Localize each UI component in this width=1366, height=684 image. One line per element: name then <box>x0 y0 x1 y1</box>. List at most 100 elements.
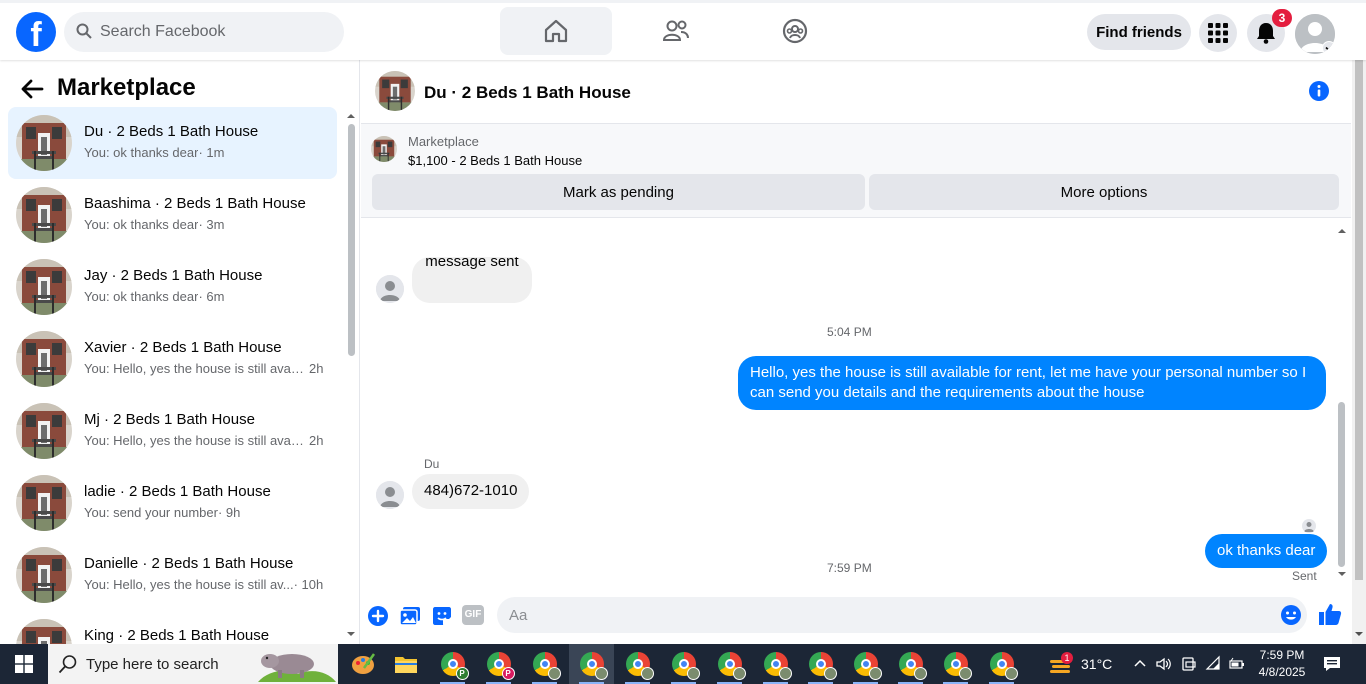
scroll-up-arrow-icon[interactable] <box>1338 227 1346 235</box>
scroll-up-arrow-icon[interactable] <box>347 112 355 120</box>
notification-count-badge: 3 <box>1272 9 1292 27</box>
home-tab[interactable] <box>500 7 612 55</box>
message-bubble-incoming[interactable]: 484)672-1010 <box>412 474 530 509</box>
chrome-icon <box>943 652 972 680</box>
taskbar-app-chrome[interactable]: P <box>476 644 521 684</box>
taskbar-app-chrome[interactable] <box>933 644 978 684</box>
message-bubble-incoming[interactable]: message sent <box>412 257 532 303</box>
temperature: 31°C <box>1081 656 1113 672</box>
start-button[interactable] <box>0 644 48 684</box>
contact-avatar[interactable] <box>376 481 404 509</box>
find-friends-button[interactable]: Find friends <box>1087 14 1191 50</box>
chat-pane: Du · 2 Beds 1 Bath House Marketplace $1,… <box>361 60 1351 644</box>
message-bubble-outgoing[interactable]: Hello, yes the house is still available … <box>738 356 1326 410</box>
info-icon[interactable] <box>1308 80 1330 102</box>
search-input[interactable] <box>100 12 330 52</box>
conversation-preview: You: Hello, yes the house is still av...… <box>84 577 324 592</box>
conversation-item[interactable]: Danielle · 2 Beds 1 Bath House You: Hell… <box>8 539 337 611</box>
gif-icon[interactable]: GIF <box>462 605 484 625</box>
house-thumbnail <box>16 331 72 387</box>
house-thumbnail[interactable] <box>375 71 415 111</box>
system-clock[interactable]: 7:59 PM 4/8/2025 <box>1252 647 1312 681</box>
emoji-icon[interactable] <box>1279 603 1303 627</box>
message-input[interactable] <box>509 597 1269 633</box>
hippo-search-highlight-icon <box>258 654 336 682</box>
chat-scrollbar[interactable] <box>1337 227 1347 642</box>
conversation-item[interactable]: Xavier · 2 Beds 1 Bath House You: Hello,… <box>8 323 337 395</box>
taskbar-search[interactable] <box>48 644 338 684</box>
volume-icon[interactable] <box>1155 655 1173 673</box>
conversation-item[interactable]: Du · 2 Beds 1 Bath House You: ok thanks … <box>8 107 337 179</box>
conversation-item[interactable]: Mj · 2 Beds 1 Bath House You: Hello, yes… <box>8 395 337 467</box>
house-thumbnail <box>16 403 72 459</box>
friends-tab[interactable] <box>620 7 732 55</box>
sticker-icon[interactable] <box>430 604 454 628</box>
search-bar[interactable] <box>64 12 344 52</box>
action-center-icon[interactable] <box>1322 654 1342 674</box>
listing-price-title[interactable]: $1,100 - 2 Beds 1 Bath House <box>408 153 582 168</box>
chat-title[interactable]: Du · 2 Beds 1 Bath House <box>424 83 631 103</box>
weather-widget[interactable]: 1 31°C <box>1044 644 1120 684</box>
menu-button[interactable] <box>1199 14 1237 52</box>
house-thumbnail <box>16 259 72 315</box>
conversation-item[interactable]: King · 2 Beds 1 Bath House <box>8 611 337 644</box>
taskbar-app-chrome[interactable]: P <box>430 644 475 684</box>
conversation-list: Du · 2 Beds 1 Bath House You: ok thanks … <box>8 107 338 644</box>
account-avatar[interactable] <box>1295 14 1335 54</box>
taskbar-app-chrome[interactable] <box>798 644 843 684</box>
scroll-down-arrow-icon[interactable] <box>347 630 355 638</box>
windows-logo-icon <box>15 655 33 673</box>
scroll-down-arrow-icon[interactable] <box>1355 630 1363 638</box>
conversation-name: Du · 2 Beds 1 Bath House <box>84 123 259 140</box>
scroll-down-arrow-icon[interactable] <box>1338 570 1346 578</box>
top-navigation-bar: f Find friends 3 <box>0 0 1366 60</box>
taskbar-app-chrome[interactable] <box>522 644 567 684</box>
grid-menu-icon <box>1208 23 1228 43</box>
marketplace-sidebar: Marketplace Du · 2 Beds 1 Bath House You… <box>0 60 360 644</box>
chevron-up-icon[interactable] <box>1131 655 1149 673</box>
plus-circle-icon[interactable] <box>366 604 390 628</box>
taskbar-app-paint[interactable] <box>340 644 385 684</box>
taskbar-app-chrome[interactable] <box>661 644 706 684</box>
sidebar-scrollbar-thumb[interactable] <box>348 124 355 356</box>
page-scrollbar[interactable] <box>1352 0 1366 644</box>
chrome-icon <box>853 652 882 680</box>
taskbar-app-chrome[interactable] <box>615 644 660 684</box>
chrome-icon <box>625 652 654 680</box>
conversation-preview: You: Hello, yes the house is still avai.… <box>84 361 324 376</box>
taskbar-app-chrome[interactable] <box>707 644 752 684</box>
message-timestamp: 7:59 PM <box>827 561 872 575</box>
house-thumbnail[interactable] <box>371 136 397 162</box>
thumbs-up-icon[interactable] <box>1317 601 1343 627</box>
back-arrow-icon[interactable] <box>18 75 46 103</box>
house-thumbnail <box>16 187 72 243</box>
conversation-item[interactable]: ladie · 2 Beds 1 Bath House You: send yo… <box>8 467 337 539</box>
chat-scrollbar-thumb[interactable] <box>1338 402 1345 567</box>
more-options-button[interactable]: More options <box>869 174 1339 210</box>
message-bubble-outgoing[interactable]: ok thanks dear <box>1205 534 1328 568</box>
taskbar-app-file-explorer[interactable] <box>383 644 428 684</box>
meet-now-icon[interactable] <box>1180 655 1198 673</box>
chevron-down-icon[interactable] <box>1322 41 1335 54</box>
taskbar-app-chrome[interactable] <box>753 644 798 684</box>
wifi-icon[interactable] <box>1205 655 1223 673</box>
message-input-box[interactable] <box>497 597 1307 633</box>
mark-as-pending-button[interactable]: Mark as pending <box>372 174 865 210</box>
facebook-logo-icon[interactable]: f <box>16 12 56 52</box>
sidebar-title: Marketplace <box>57 74 196 101</box>
conversation-item[interactable]: Baashima · 2 Beds 1 Bath House You: ok t… <box>8 179 337 251</box>
weather-alert-badge: 1 <box>1061 652 1073 664</box>
conversation-item[interactable]: Jay · 2 Beds 1 Bath House You: ok thanks… <box>8 251 337 323</box>
conversation-name: Danielle · 2 Beds 1 Bath House <box>84 555 294 572</box>
house-thumbnail <box>16 619 72 644</box>
groups-tab[interactable] <box>739 7 851 55</box>
battery-icon[interactable] <box>1228 655 1246 673</box>
clock-date: 4/8/2025 <box>1258 665 1306 679</box>
taskbar-app-chrome[interactable] <box>569 644 614 684</box>
taskbar-app-chrome[interactable] <box>888 644 933 684</box>
taskbar-app-chrome[interactable] <box>979 644 1024 684</box>
sidebar-scrollbar[interactable] <box>347 112 355 642</box>
page-scrollbar-thumb[interactable] <box>1355 20 1363 580</box>
taskbar-app-chrome[interactable] <box>843 644 888 684</box>
photo-icon[interactable] <box>398 604 422 628</box>
